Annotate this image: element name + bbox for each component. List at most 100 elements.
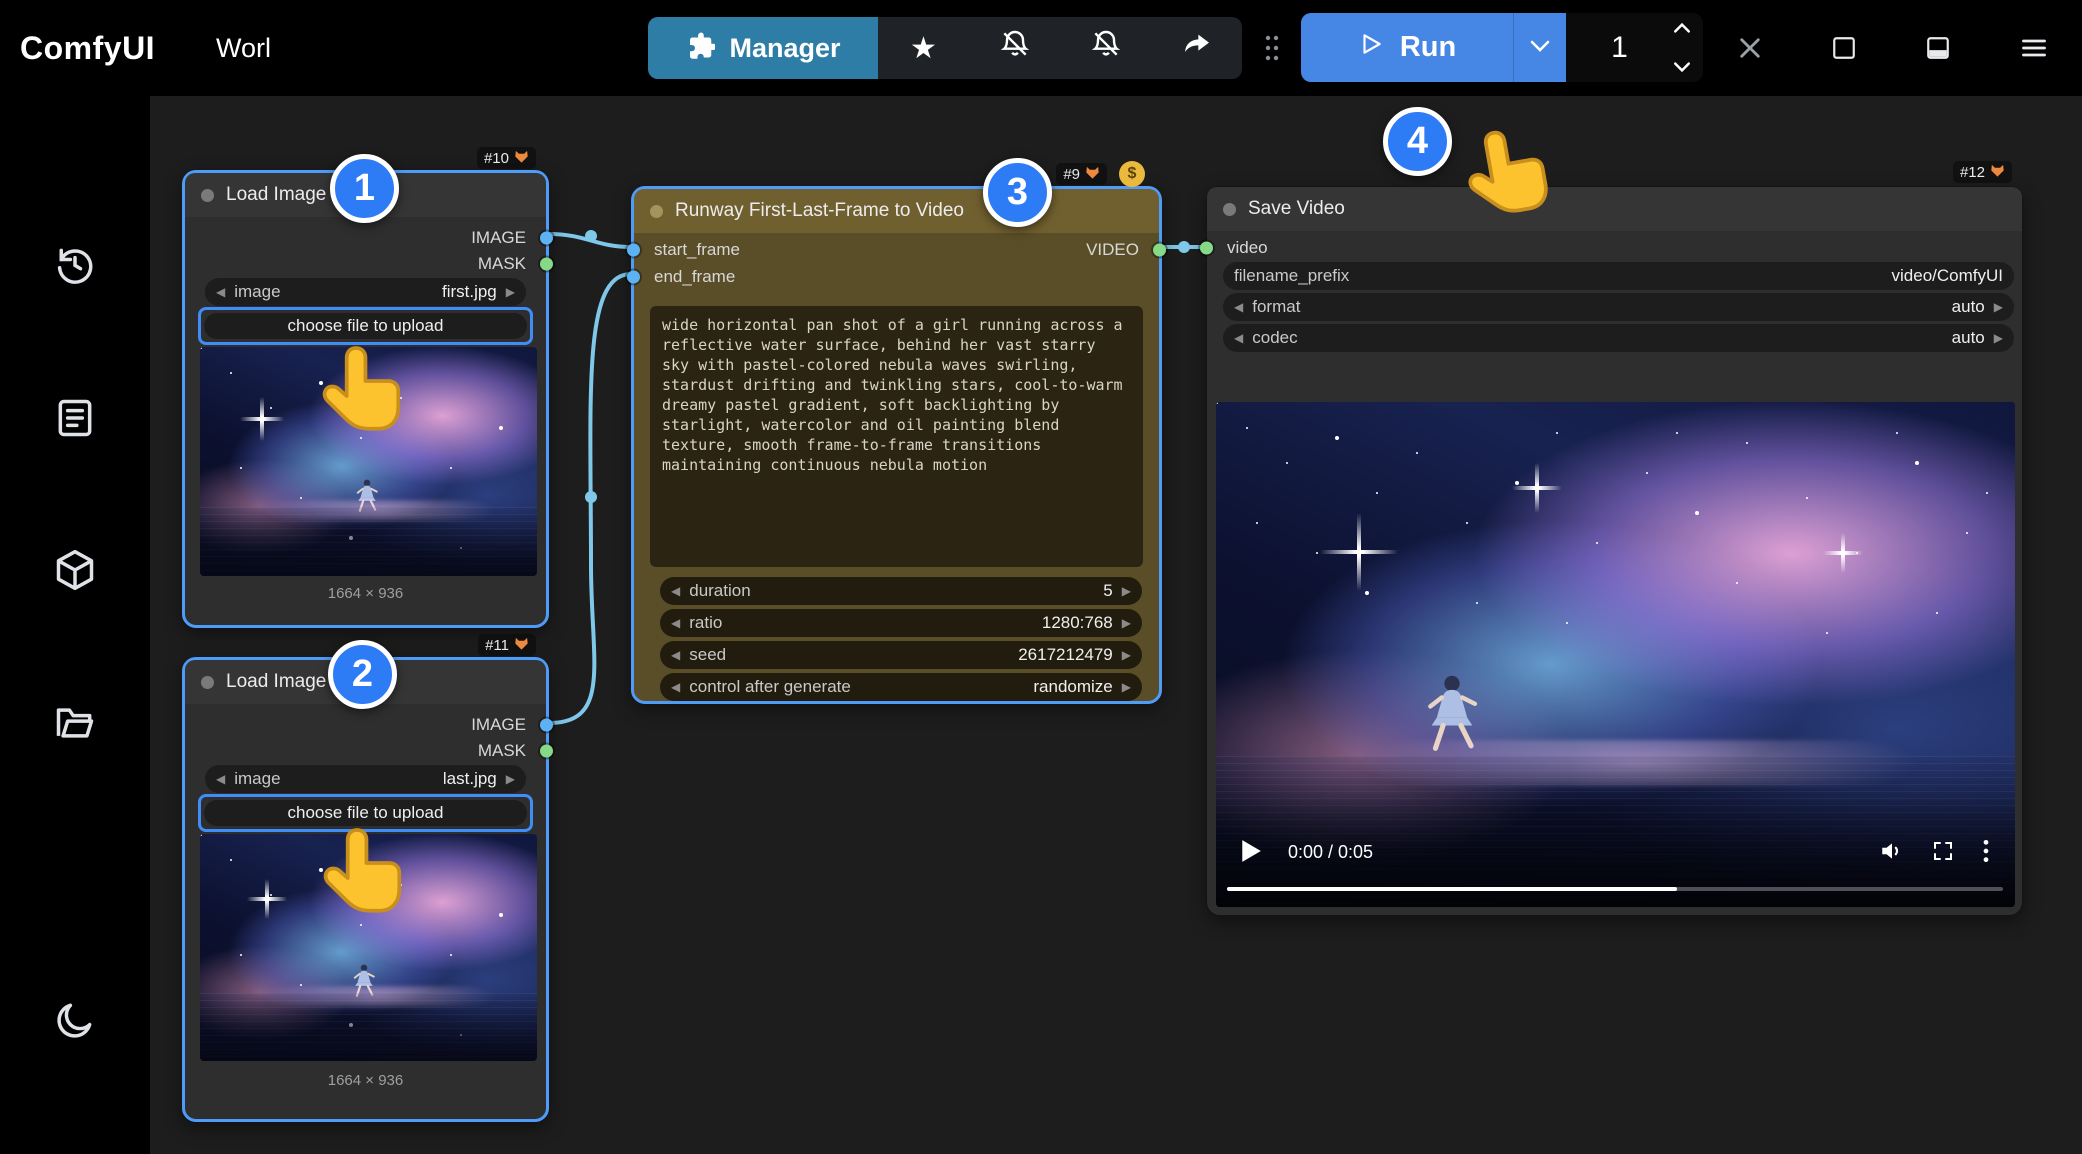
run-button[interactable]: Run (1301, 13, 1513, 82)
widget-right-arrow-icon[interactable]: ▶ (1122, 680, 1131, 694)
widget-right-arrow-icon[interactable]: ▶ (506, 285, 515, 299)
video-input-dot[interactable] (1200, 242, 1213, 255)
slot-label: VIDEO (1086, 240, 1139, 260)
image-output-dot[interactable] (540, 719, 553, 732)
widget-right-arrow-icon[interactable]: ▶ (1122, 584, 1131, 598)
mask-output-dot[interactable] (540, 258, 553, 271)
step-badge-2: 2 (328, 640, 397, 709)
output-slot-mask: MASK (478, 251, 546, 277)
output-slot-image: IMAGE (471, 712, 546, 738)
ratio-widget[interactable]: ◀ ratio 1280:768 ▶ (660, 609, 1142, 637)
left-sidebar (0, 96, 150, 1154)
input-slot-end-frame: end_frame (634, 264, 735, 290)
workflow-name[interactable]: Worl (216, 0, 271, 96)
widget-value: last.jpg (443, 769, 497, 789)
widget-right-arrow-icon[interactable]: ▶ (1122, 616, 1131, 630)
fox-icon (1085, 165, 1100, 184)
sidebar-node-library[interactable] (51, 395, 99, 443)
widget-left-arrow-icon[interactable]: ◀ (671, 648, 680, 662)
bottom-panel-button[interactable] (1922, 33, 1954, 65)
fullscreen-button[interactable] (1931, 839, 1955, 866)
widget-left-arrow-icon[interactable]: ◀ (671, 680, 680, 694)
caret-down-icon (1673, 61, 1691, 76)
format-widget[interactable]: ◀ format auto ▶ (1223, 293, 2014, 321)
stars-decoration (200, 347, 202, 349)
duration-widget[interactable]: ◀ duration 5 ▶ (660, 577, 1142, 605)
count-decrease-button[interactable] (1673, 61, 1691, 73)
widget-right-arrow-icon[interactable]: ▶ (506, 772, 515, 786)
mask-output-dot[interactable] (540, 745, 553, 758)
seek-bar[interactable] (1227, 887, 2003, 891)
video-player[interactable]: 0:00 / 0:05 (1216, 402, 2015, 907)
widget-left-arrow-icon[interactable]: ◀ (1234, 331, 1243, 345)
prompt-textarea[interactable]: wide horizontal pan shot of a girl runni… (650, 306, 1143, 567)
widget-left-arrow-icon[interactable]: ◀ (1234, 300, 1243, 314)
image-combo-widget[interactable]: ◀ image first.jpg ▶ (205, 278, 526, 306)
start-frame-input-dot[interactable] (627, 244, 640, 257)
input-slot-start-frame: start_frame (634, 237, 740, 263)
collapse-dot[interactable] (650, 205, 663, 218)
node-canvas[interactable]: #10 Load Image IMAGE MASK ◀ image first.… (150, 96, 2082, 1154)
image-combo-widget[interactable]: ◀ image last.jpg ▶ (205, 765, 526, 793)
sparkle-star-icon (247, 879, 287, 919)
sidebar-workflows[interactable] (51, 700, 99, 748)
widget-left-arrow-icon[interactable]: ◀ (671, 584, 680, 598)
node-header[interactable]: Runway First-Last-Frame to Video (634, 189, 1159, 233)
toolbar-drag-handle-icon[interactable] (1258, 26, 1286, 70)
collapse-dot[interactable] (1223, 203, 1236, 216)
speaker-icon (1879, 838, 1905, 867)
manager-button[interactable]: Manager (648, 17, 878, 79)
manager-toolbar: Manager ★ (648, 17, 1242, 79)
star-button[interactable]: ★ (878, 17, 969, 79)
batch-count: 1 (1566, 13, 1703, 82)
pointing-hand-icon (1457, 117, 1571, 245)
output-slot-image: IMAGE (471, 225, 546, 251)
upload-highlight-box: choose file to upload (198, 307, 533, 345)
history-icon (53, 243, 97, 290)
run-label: Run (1400, 31, 1456, 64)
batch-count-spinner (1673, 22, 1691, 73)
paid-api-badge: $ (1119, 161, 1145, 187)
sparkle-star-icon (1823, 533, 1863, 573)
run-options-button[interactable] (1513, 13, 1566, 82)
widget-right-arrow-icon[interactable]: ▶ (1994, 300, 2003, 314)
widget-left-arrow-icon[interactable]: ◀ (216, 772, 225, 786)
widget-label: ratio (689, 613, 722, 633)
sidebar-queue-history[interactable] (51, 242, 99, 290)
widget-label: image (234, 769, 280, 789)
widget-right-arrow-icon[interactable]: ▶ (1122, 648, 1131, 662)
choose-file-button[interactable]: choose file to upload (204, 800, 527, 826)
control-after-generate-widget[interactable]: ◀ control after generate randomize ▶ (660, 673, 1142, 701)
sidebar-theme-toggle[interactable] (51, 997, 99, 1045)
end-frame-input-dot[interactable] (627, 271, 640, 284)
image-output-dot[interactable] (540, 232, 553, 245)
choose-file-button[interactable]: choose file to upload (204, 313, 527, 339)
video-output-dot[interactable] (1153, 244, 1166, 257)
collapse-dot[interactable] (201, 189, 214, 202)
notifications-muted-button[interactable] (969, 17, 1060, 79)
node-id-text: #11 (485, 637, 509, 654)
filename-prefix-widget[interactable]: filename_prefix video/ComfyUI (1223, 262, 2014, 290)
widget-right-arrow-icon[interactable]: ▶ (1994, 331, 2003, 345)
node-header[interactable]: Save Video (1207, 187, 2022, 231)
sidebar-model-library[interactable] (51, 547, 99, 595)
share-button[interactable] (1151, 17, 1242, 79)
more-options-button[interactable] (1981, 838, 1991, 867)
interrupt-button[interactable] (1734, 33, 1766, 65)
widget-value: video/ComfyUI (1892, 266, 2003, 286)
seed-widget[interactable]: ◀ seed 2617212479 ▶ (660, 641, 1142, 669)
codec-widget[interactable]: ◀ codec auto ▶ (1223, 324, 2014, 352)
widget-left-arrow-icon[interactable]: ◀ (671, 616, 680, 630)
menu-button[interactable] (2018, 33, 2050, 65)
collapse-dot[interactable] (201, 676, 214, 689)
widget-left-arrow-icon[interactable]: ◀ (216, 285, 225, 299)
alerts-muted-button[interactable] (1060, 17, 1151, 79)
input-slot-video: video (1207, 235, 1268, 261)
volume-button[interactable] (1879, 838, 1905, 867)
node-id-badge: #12 (1953, 161, 2012, 183)
sidebar-settings[interactable] (51, 1150, 99, 1154)
count-increase-button[interactable] (1673, 22, 1691, 34)
focus-mode-button[interactable] (1828, 33, 1860, 65)
fox-icon (514, 149, 529, 168)
play-button[interactable] (1240, 839, 1262, 866)
